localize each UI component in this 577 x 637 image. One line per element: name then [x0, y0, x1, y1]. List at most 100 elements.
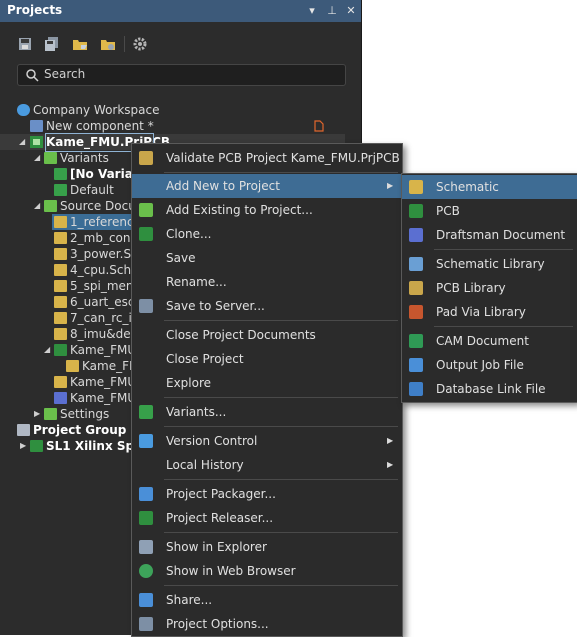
submenu-item-schematic-library[interactable]: Schematic Library — [402, 252, 577, 276]
menu-item-show-in-web-browser[interactable]: Show in Web Browser — [132, 559, 402, 583]
submenu-arrow-icon: ▶ — [387, 436, 394, 445]
explorer-icon — [139, 540, 153, 554]
validate-icon — [139, 151, 153, 165]
collapsed-arrow-icon[interactable]: ▶ — [34, 406, 42, 418]
variants-icon — [139, 405, 153, 419]
toolbar-divider — [124, 36, 125, 52]
menu-item-variants[interactable]: Variants... — [132, 400, 402, 424]
menu-item-rename[interactable]: Rename... — [132, 270, 402, 294]
tree-item-kame-fmu-3[interactable]: Kame_FMU. — [54, 390, 140, 406]
schematic-icon — [409, 180, 423, 194]
menu-separator — [164, 172, 398, 173]
tree-item-new-component[interactable]: New component * — [30, 118, 154, 134]
variant-icon — [54, 184, 67, 196]
open-folder-icon[interactable] — [72, 36, 88, 52]
schematic-doc-icon — [54, 264, 67, 276]
packager-icon — [139, 487, 153, 501]
outjob-icon — [409, 358, 423, 372]
menu-item-save[interactable]: Save — [132, 246, 402, 270]
expand-arrow-icon[interactable]: ◢ — [19, 134, 27, 146]
submenu-item-pad-via-library[interactable]: Pad Via Library — [402, 300, 577, 324]
collapsed-arrow-icon[interactable]: ▶ — [20, 438, 28, 450]
menu-item-version-control[interactable]: Version Control ▶ — [132, 429, 402, 453]
expand-arrow-icon[interactable]: ◢ — [34, 198, 42, 210]
tree-item-4-cpu[interactable]: 4_cpu.SchD — [54, 262, 140, 278]
panel-menu-button[interactable]: ▾ — [305, 3, 319, 19]
tree-item-kame-fmu-2[interactable]: Kame_FMU. — [54, 374, 140, 390]
search-input[interactable] — [44, 66, 334, 82]
add-existing-icon — [139, 203, 153, 217]
options-icon — [139, 617, 153, 631]
menu-separator — [434, 249, 573, 250]
pcb-project-icon — [30, 440, 43, 452]
dblink-icon — [409, 382, 423, 396]
document-modified-icon — [314, 120, 324, 132]
project-group-icon — [17, 424, 30, 436]
pin-button[interactable]: ⊥ — [325, 3, 339, 19]
menu-item-close-project[interactable]: Close Project — [132, 347, 402, 371]
folder-settings-icon[interactable] — [100, 36, 116, 52]
pcb-doc-icon — [54, 344, 67, 356]
server-icon — [139, 299, 153, 313]
schlib-icon — [409, 257, 423, 271]
cam-icon — [409, 334, 423, 348]
padvia-icon — [409, 305, 423, 319]
submenu-item-database-link-file[interactable]: Database Link File — [402, 377, 577, 401]
save-icon[interactable] — [17, 36, 33, 52]
share-icon — [139, 593, 153, 607]
tree-item-1-reference[interactable]: 1_reference — [52, 214, 141, 230]
add-new-submenu: Schematic PCB Draftsman Document Schemat… — [401, 173, 577, 403]
expand-arrow-icon[interactable]: ◢ — [34, 150, 42, 162]
schematic-doc-icon — [54, 280, 67, 292]
menu-separator — [164, 532, 398, 533]
menu-item-add-existing[interactable]: Add Existing to Project... — [132, 198, 402, 222]
panel-title: Projects — [7, 3, 63, 17]
menu-separator — [164, 320, 398, 321]
menu-item-project-options[interactable]: Project Options... — [132, 612, 402, 636]
menu-item-share[interactable]: Share... — [132, 588, 402, 612]
folder-icon — [44, 408, 57, 420]
menu-item-show-in-explorer[interactable]: Show in Explorer — [132, 535, 402, 559]
schematic-doc-icon — [54, 216, 67, 228]
tree-item-variants[interactable]: ◢ Variants — [34, 150, 109, 166]
pcb-project-icon — [30, 136, 43, 148]
tree-item-settings[interactable]: ▶ Settings — [34, 406, 109, 422]
menu-item-clone[interactable]: Clone... — [132, 222, 402, 246]
pcblib-icon — [409, 281, 423, 295]
menu-separator — [164, 397, 398, 398]
tree-item-default[interactable]: Default — [54, 182, 114, 198]
close-button[interactable]: ✕ — [344, 3, 358, 19]
menu-item-save-to-server[interactable]: Save to Server... — [132, 294, 402, 318]
tree-item-8-imu-deb[interactable]: 8_imu&deb — [54, 326, 138, 342]
tree-item-2-mb-conn[interactable]: 2_mb_conn. — [54, 230, 142, 246]
menu-item-add-new-to-project[interactable]: Add New to Project ▶ — [132, 174, 402, 198]
menu-separator — [434, 326, 573, 327]
submenu-item-pcb[interactable]: PCB — [402, 199, 577, 223]
schematic-doc-icon — [54, 328, 67, 340]
panel-titlebar: Projects ▾ ⊥ ✕ — [0, 0, 361, 22]
draftsman-doc-icon — [54, 392, 67, 404]
pcb-icon — [409, 204, 423, 218]
menu-separator — [164, 479, 398, 480]
clone-icon — [139, 227, 153, 241]
tree-item-kame-fm[interactable]: Kame_FM — [66, 358, 139, 374]
menu-item-project-releaser[interactable]: Project Releaser... — [132, 506, 402, 530]
menu-item-explore[interactable]: Explore — [132, 371, 402, 395]
menu-item-validate[interactable]: Validate PCB Project Kame_FMU.PrjPCB — [132, 146, 402, 170]
submenu-item-schematic[interactable]: Schematic — [402, 175, 577, 199]
submenu-item-pcb-library[interactable]: PCB Library — [402, 276, 577, 300]
save-all-icon[interactable] — [44, 36, 60, 52]
schematic-doc-icon — [54, 296, 67, 308]
search-box[interactable] — [17, 64, 346, 86]
submenu-item-output-job-file[interactable]: Output Job File — [402, 353, 577, 377]
submenu-item-draftsman[interactable]: Draftsman Document — [402, 223, 577, 247]
menu-item-local-history[interactable]: Local History ▶ — [132, 453, 402, 477]
expand-arrow-icon[interactable]: ◢ — [44, 342, 52, 354]
submenu-item-cam-document[interactable]: CAM Document — [402, 329, 577, 353]
menu-item-close-project-documents[interactable]: Close Project Documents — [132, 323, 402, 347]
menu-item-project-packager[interactable]: Project Packager... — [132, 482, 402, 506]
gear-icon[interactable] — [132, 36, 148, 52]
tree-item-company-workspace[interactable]: Company Workspace — [17, 102, 160, 118]
tree-item-kame-fmu-pcb[interactable]: ◢ Kame_FMU. — [44, 342, 140, 358]
folder-icon — [44, 200, 57, 212]
